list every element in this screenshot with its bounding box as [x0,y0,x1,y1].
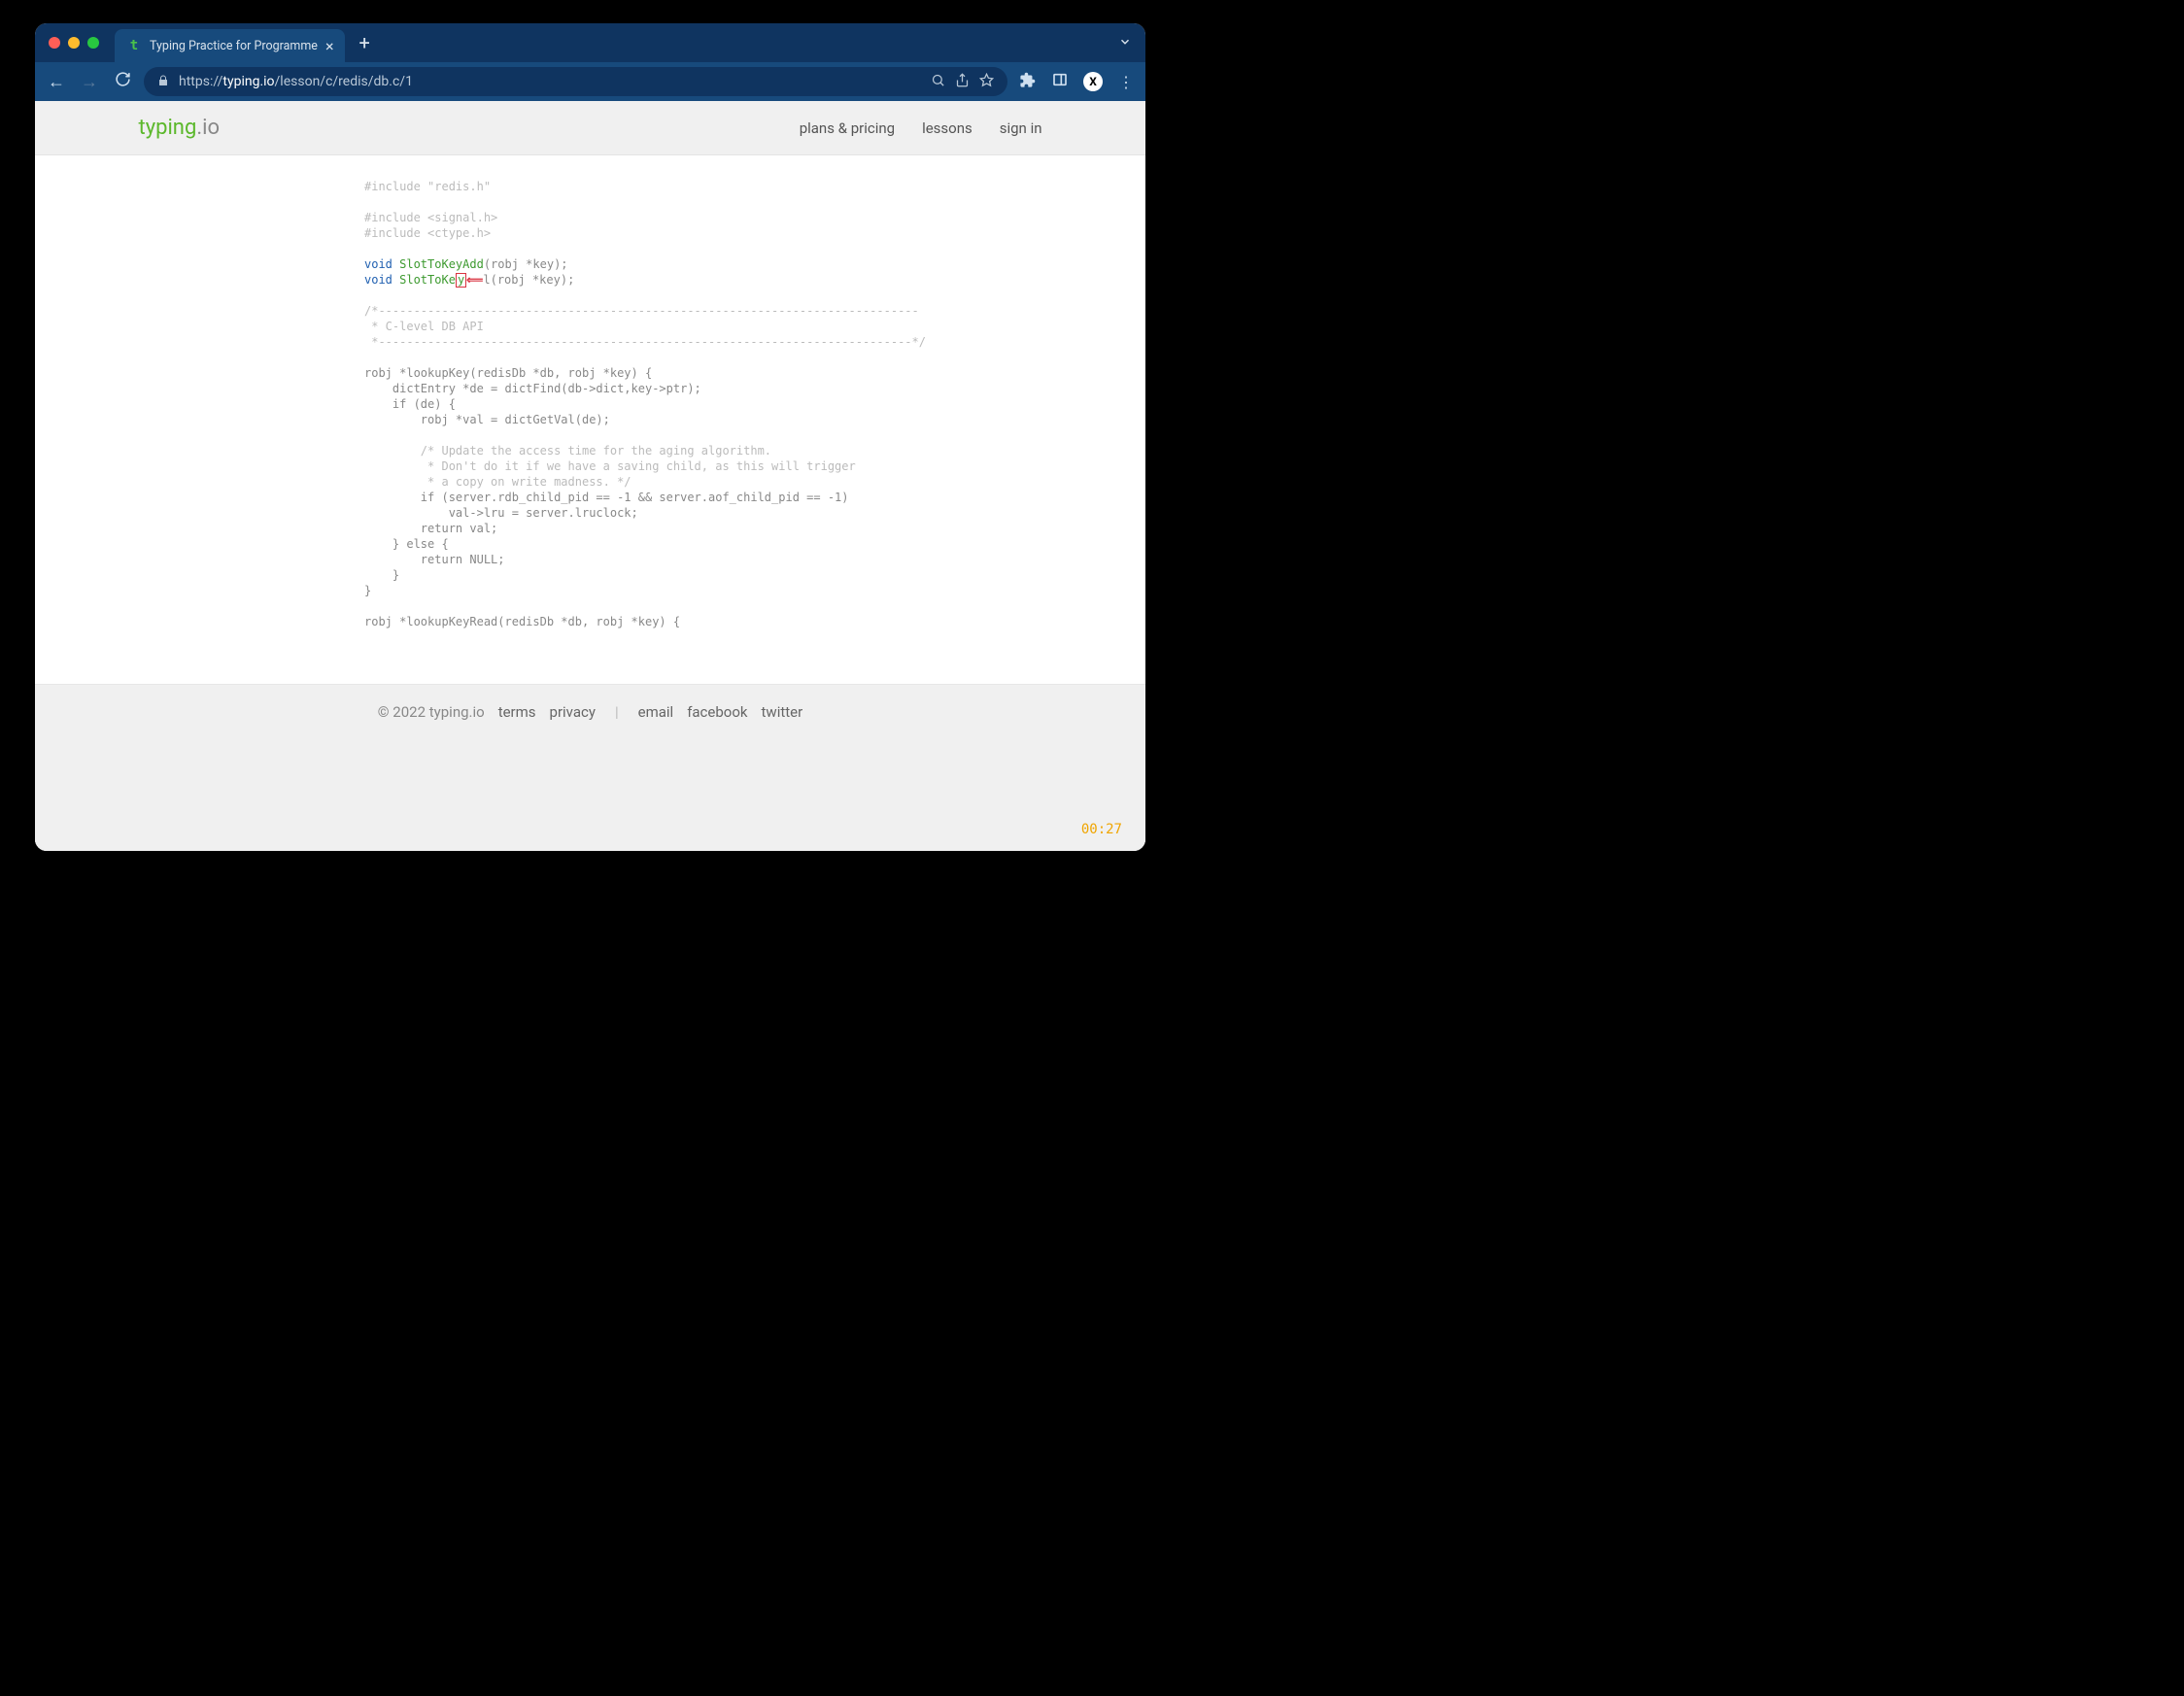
footer-email[interactable]: email [638,703,674,721]
site-logo[interactable]: typing.io [139,116,221,140]
window-close-button[interactable] [49,37,60,49]
tabs-menu-button[interactable] [1118,34,1132,52]
toolbar: ← → https://typing.io/lesson/c/redis/db.… [35,62,1145,101]
new-tab-button[interactable]: + [358,31,369,54]
copyright: © 2022 typing.io [378,703,485,721]
address-bar[interactable]: https://typing.io/lesson/c/redis/db.c/1 [144,67,1007,96]
footer-privacy[interactable]: privacy [550,703,596,721]
bottom-fill [35,738,1145,851]
bookmark-icon[interactable] [979,73,994,91]
footer-facebook[interactable]: facebook [687,703,747,721]
titlebar: t Typing Practice for Programme × + [35,23,1145,62]
browser-window: t Typing Practice for Programme × + ← → … [35,23,1145,851]
tab-favicon: t [126,38,142,53]
share-icon[interactable] [955,73,970,91]
page-content: typing.io plans & pricing lessons sign i… [35,101,1145,851]
code-block: #include "redis.h" #include <signal.h> #… [364,179,889,629]
tab-close-button[interactable]: × [325,37,334,55]
lesson-timer: 00:27 [1081,822,1122,837]
panel-icon[interactable] [1050,72,1070,91]
forward-button: → [78,72,101,92]
lock-icon [157,75,169,89]
extensions-icon[interactable] [1017,72,1037,92]
nav-plans[interactable]: plans & pricing [800,119,895,137]
lesson-area[interactable]: #include "redis.h" #include <signal.h> #… [35,155,1145,653]
error-arrow-icon: ⟸ [466,273,483,287]
footer-separator: | [615,703,619,721]
nav-signin[interactable]: sign in [1000,119,1042,137]
back-button[interactable]: ← [45,72,68,92]
window-minimize-button[interactable] [68,37,80,49]
footer-twitter[interactable]: twitter [762,703,803,721]
site-nav: plans & pricing lessons sign in [800,119,1042,137]
url-text: https://typing.io/lesson/c/redis/db.c/1 [179,74,921,89]
browser-tab[interactable]: t Typing Practice for Programme × [115,29,345,62]
traffic-lights [49,37,99,49]
typing-cursor: y [456,273,466,288]
menu-icon[interactable]: ⋮ [1116,73,1136,91]
profile-avatar[interactable]: X [1083,72,1103,91]
search-in-page-icon[interactable] [931,73,945,91]
toolbar-right: X ⋮ [1017,72,1136,92]
reload-button[interactable] [111,71,134,92]
footer-terms[interactable]: terms [498,703,536,721]
window-maximize-button[interactable] [87,37,99,49]
tab-title: Typing Practice for Programme [150,39,318,53]
site-header: typing.io plans & pricing lessons sign i… [35,101,1145,155]
site-footer: © 2022 typing.io terms privacy | email f… [35,684,1145,738]
nav-lessons[interactable]: lessons [922,119,973,137]
